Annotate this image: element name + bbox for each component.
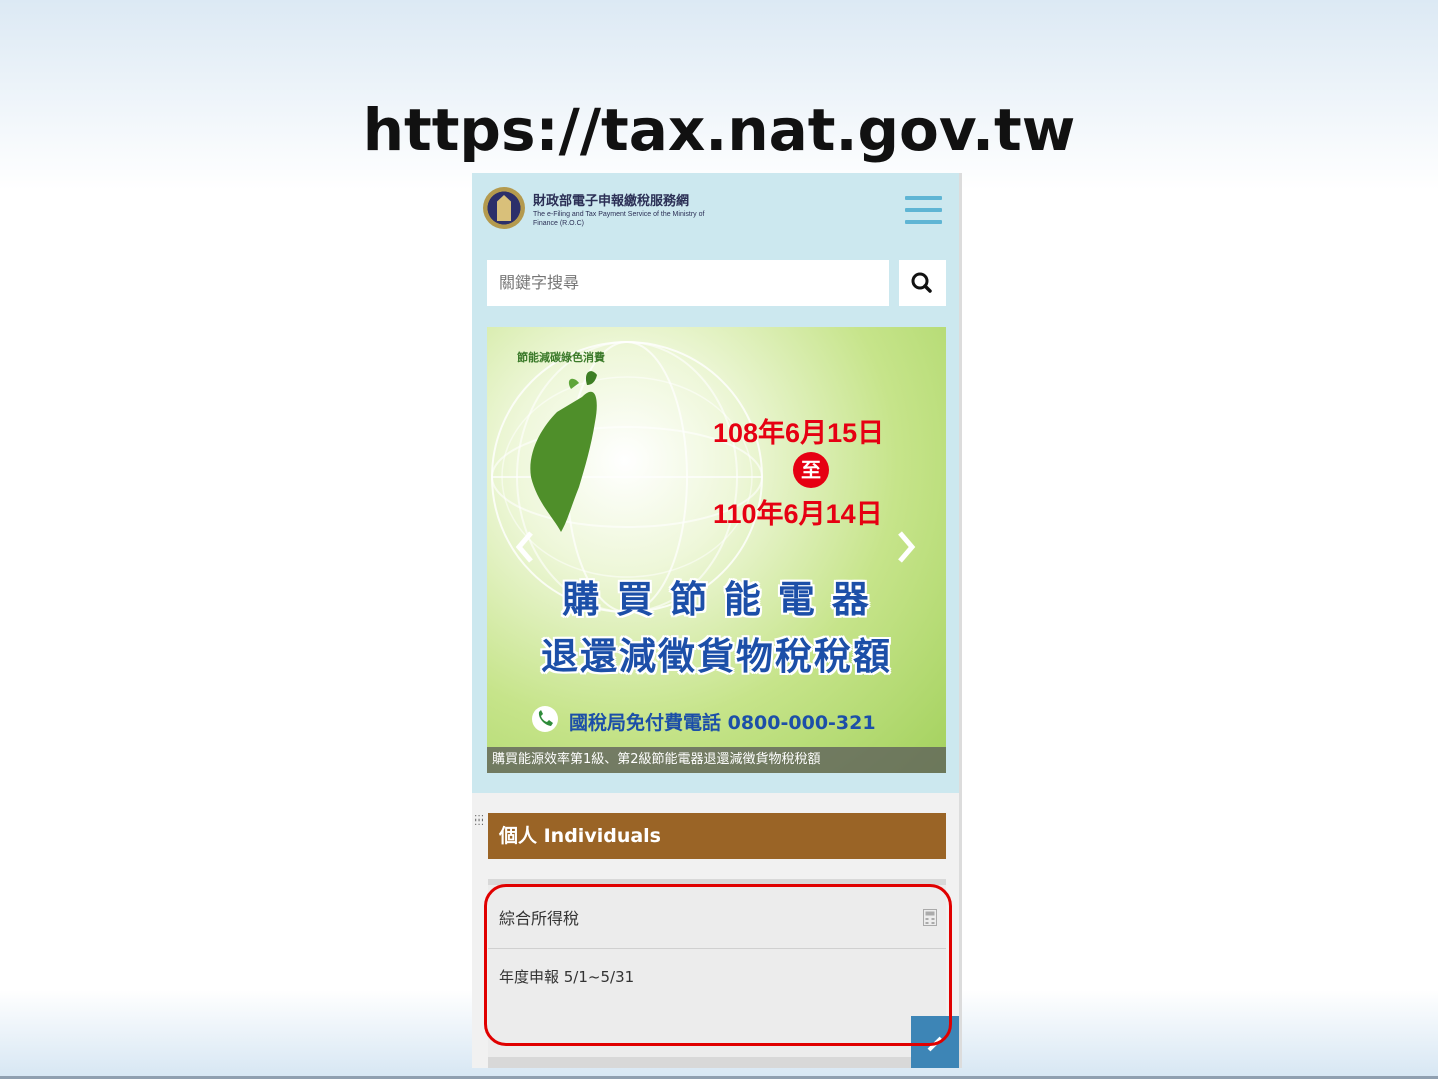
- chevron-left-icon[interactable]: [513, 529, 537, 565]
- search-icon: [911, 272, 932, 293]
- next-card-edge: [488, 1057, 946, 1068]
- drag-handle-icon[interactable]: ::::::: [474, 813, 484, 829]
- phone-icon: [532, 706, 558, 732]
- banner-headline-2: 退還減徵貨物稅稅額: [541, 635, 892, 678]
- url-title: https://tax.nat.gov.tw: [362, 96, 1076, 164]
- banner-hotline: 國稅局免付費電話 0800-000-321: [569, 712, 876, 734]
- search-input[interactable]: [487, 260, 889, 306]
- hamburger-menu-icon[interactable]: [905, 196, 942, 224]
- promo-banner[interactable]: 節能減碳綠色消費 108年6月15日 至 110年6月14日 購 買 節 能 電…: [487, 327, 946, 773]
- site-title[interactable]: 財政部電子申報繳稅服務網: [533, 190, 689, 209]
- banner-headline-1: 購 買 節 能 電 器: [562, 578, 871, 621]
- scrollbar[interactable]: [959, 173, 962, 1068]
- banner-caption[interactable]: 購買能源效率第1級、第2級節能電器退還減徵貨物稅稅額: [487, 747, 946, 773]
- banner-to: 至: [793, 452, 829, 488]
- banner-tag: 節能減碳綠色消費: [517, 351, 605, 364]
- search-button[interactable]: [899, 260, 946, 306]
- section-header-individuals[interactable]: 個人 Individuals: [488, 813, 946, 859]
- taiwan-map-shape: [530, 391, 597, 532]
- ministry-seal-icon[interactable]: [483, 187, 525, 229]
- chevron-right-icon[interactable]: [894, 529, 918, 565]
- banner-date-from: 108年6月15日: [713, 418, 885, 448]
- highlight-annotation: [484, 884, 952, 1046]
- site-subtitle: The e-Filing and Tax Payment Service of …: [533, 211, 705, 227]
- banner-date-to: 110年6月14日: [713, 499, 883, 529]
